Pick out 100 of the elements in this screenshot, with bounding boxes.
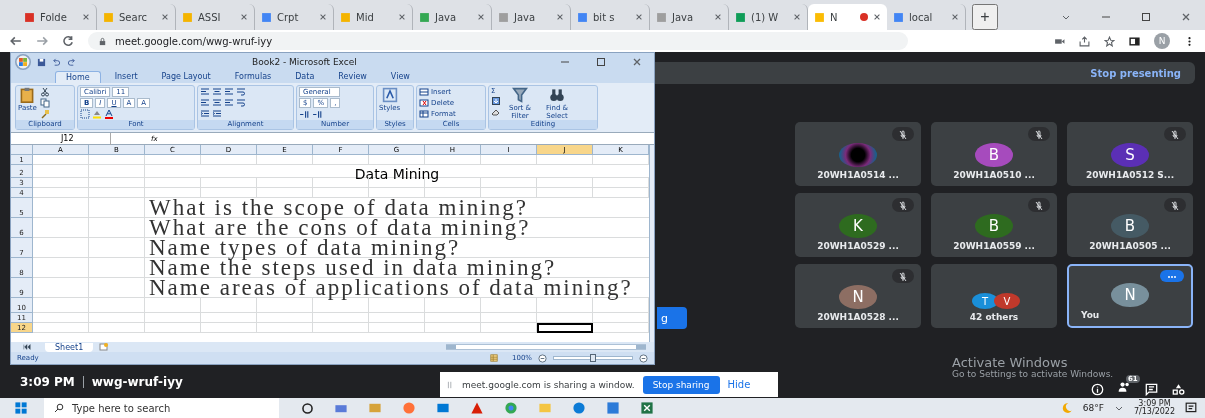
favicon-icon	[340, 11, 351, 23]
align-icon[interactable]	[200, 87, 210, 97]
font-color-icon[interactable]	[104, 109, 114, 119]
taskbar-app-icon[interactable]	[470, 401, 484, 415]
taskbar-app-icon[interactable]	[436, 401, 450, 415]
maximize-icon[interactable]	[596, 57, 606, 67]
slider-thumb[interactable]	[590, 354, 596, 362]
favicon-icon	[735, 11, 746, 23]
save-icon[interactable]	[37, 57, 46, 67]
close-icon[interactable]	[398, 13, 406, 21]
maximize-icon[interactable]	[1141, 12, 1151, 22]
close-icon[interactable]	[319, 13, 327, 21]
align-icon[interactable]	[236, 98, 246, 108]
close-icon[interactable]	[1181, 12, 1191, 22]
brush-icon[interactable]	[39, 109, 50, 119]
close-icon[interactable]	[161, 13, 169, 21]
scissors-icon[interactable]	[39, 87, 50, 97]
forward-icon[interactable]	[36, 35, 48, 47]
taskbar-clock[interactable]: 3:09 PM 7/13/2022	[1133, 400, 1175, 416]
task-view-icon[interactable]	[301, 401, 314, 415]
border-icon[interactable]	[80, 109, 90, 119]
close-icon[interactable]	[556, 13, 564, 21]
name-box[interactable]: J12	[11, 132, 111, 145]
align-icon[interactable]	[212, 87, 222, 97]
undo-icon[interactable]	[52, 57, 61, 67]
ribbon-tab[interactable]: Formulas	[224, 71, 282, 83]
close-icon[interactable]	[635, 13, 643, 21]
side-panel-icon[interactable]	[1129, 35, 1140, 47]
taskbar-app-icon[interactable]	[640, 401, 654, 415]
close-icon[interactable]	[632, 57, 642, 67]
fill-icon[interactable]	[491, 96, 501, 106]
stop-presenting-button[interactable]: Stop presenting	[1090, 67, 1181, 79]
taskbar-app-icon[interactable]	[606, 401, 620, 415]
close-icon[interactable]	[82, 13, 90, 21]
indent-icon[interactable]	[212, 109, 222, 119]
ribbon-tab[interactable]: Data	[285, 71, 325, 83]
close-icon[interactable]	[714, 13, 722, 21]
ribbon-tab[interactable]: Review	[328, 71, 377, 83]
share-icon[interactable]	[1079, 35, 1090, 47]
ribbon-tab[interactable]: Page Layout	[151, 71, 221, 83]
fill-color-icon[interactable]	[92, 109, 102, 119]
new-tab-button[interactable]: +	[972, 4, 998, 30]
office-button-icon[interactable]	[15, 54, 31, 70]
people-icon[interactable]	[1118, 380, 1131, 393]
drag-handle-icon[interactable]	[446, 379, 454, 390]
active-cell[interactable]	[537, 323, 593, 333]
stop-sharing-button[interactable]: Stop sharing	[642, 375, 720, 394]
sheet-cell	[481, 313, 537, 323]
decrease-decimal-icon[interactable]	[312, 109, 323, 120]
sheet-cell	[89, 278, 145, 298]
insert-cells-icon	[419, 87, 429, 97]
zoom-out-icon[interactable]	[538, 353, 547, 363]
vertical-scrollbar[interactable]	[649, 145, 654, 342]
sheet-cell	[33, 178, 89, 188]
star-icon[interactable]	[1104, 35, 1115, 47]
ribbon-tab[interactable]: Home	[55, 71, 101, 83]
align-icon[interactable]	[212, 98, 222, 108]
favicon-icon	[656, 11, 667, 23]
chat-icon[interactable]	[1145, 383, 1158, 396]
align-icon[interactable]	[224, 98, 234, 108]
sheet-cell	[537, 298, 593, 313]
taskbar-search-field[interactable]: Type here to search	[44, 398, 279, 418]
ribbon-tab[interactable]: View	[380, 71, 420, 83]
close-icon[interactable]	[240, 13, 248, 21]
avatar-circle: K	[839, 214, 877, 238]
address-bar[interactable]: meet.google.com/wwg-wruf-iyy	[88, 32, 908, 50]
activities-icon[interactable]	[1172, 383, 1185, 396]
start-icon[interactable]	[14, 401, 28, 415]
close-icon[interactable]	[951, 13, 959, 21]
hide-link[interactable]: Hide	[727, 379, 751, 390]
eraser-icon[interactable]	[491, 107, 501, 117]
zoom-in-icon[interactable]	[639, 353, 648, 363]
copy-icon[interactable]	[39, 98, 50, 108]
zoom-slider[interactable]	[553, 356, 633, 360]
sheet-tab[interactable]: Sheet1	[45, 342, 94, 352]
taskbar-app-icon[interactable]	[504, 401, 518, 415]
sheet-cell	[33, 298, 89, 313]
align-icon[interactable]	[224, 87, 234, 97]
ribbon-tab[interactable]: Insert	[104, 71, 148, 83]
avatar-circle: T	[972, 293, 998, 309]
close-icon[interactable]	[793, 13, 801, 21]
indent-icon[interactable]	[200, 109, 210, 119]
sheet-cell	[33, 323, 89, 333]
more-options-button[interactable]	[1160, 270, 1184, 282]
sheet-cell	[257, 298, 313, 313]
close-icon[interactable]	[873, 13, 881, 21]
reload-icon[interactable]	[62, 35, 74, 47]
browser-tab[interactable]: N	[808, 4, 887, 30]
back-icon[interactable]	[10, 35, 22, 47]
present-button[interactable]: g	[657, 307, 687, 329]
avatar-circle: N	[839, 285, 877, 309]
redo-icon[interactable]	[67, 57, 76, 67]
close-icon[interactable]	[477, 13, 485, 21]
increase-decimal-icon[interactable]	[299, 109, 310, 120]
taskbar-app-icon[interactable]	[572, 401, 586, 415]
info-icon[interactable]	[1091, 383, 1104, 396]
avatar-circle: S	[1111, 143, 1149, 167]
notifications-icon[interactable]	[1185, 402, 1197, 414]
align-icon[interactable]	[236, 87, 246, 97]
align-icon[interactable]	[200, 98, 210, 108]
